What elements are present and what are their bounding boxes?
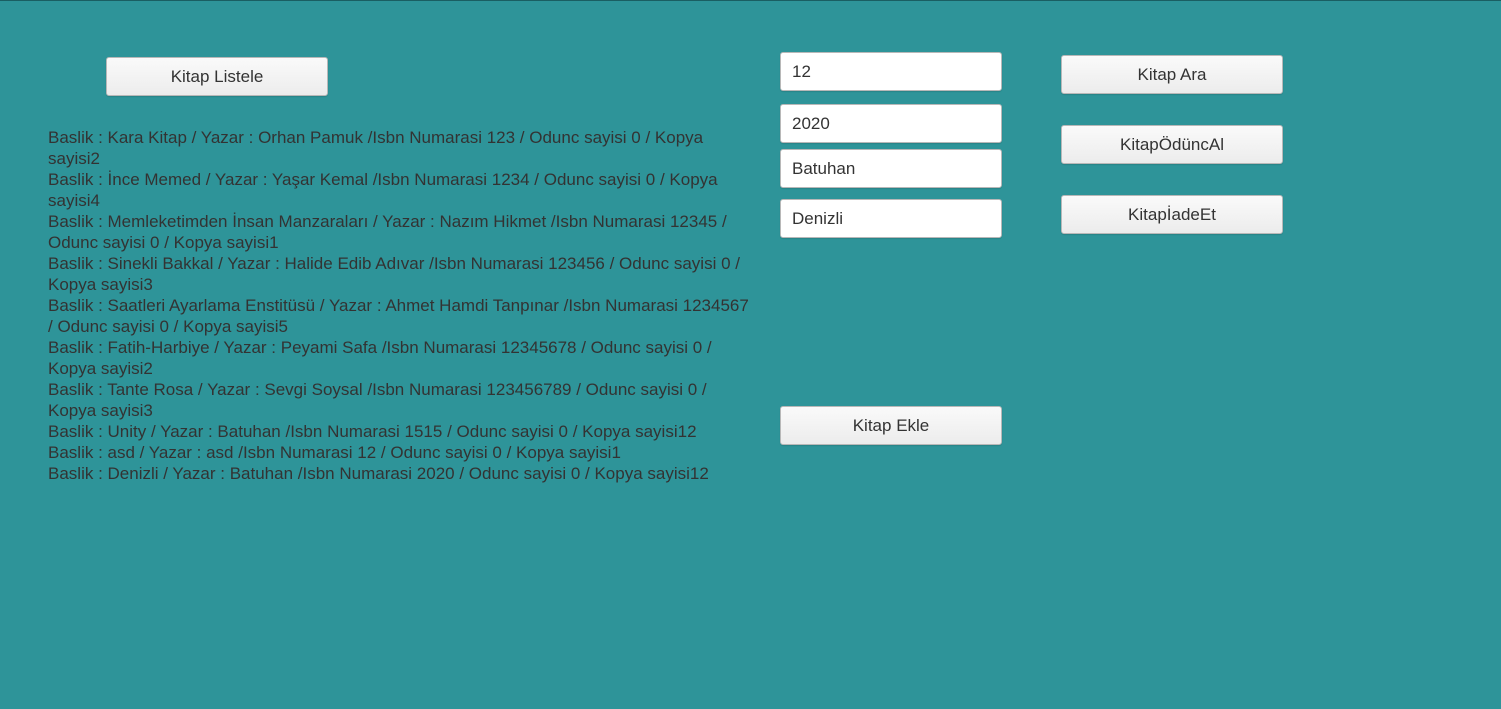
list-item: Baslik : Sinekli Bakkal / Yazar : Halide… xyxy=(48,254,740,294)
list-item: Baslik : Fatih-Harbiye / Yazar : Peyami … xyxy=(48,338,712,378)
list-item: Baslik : Saatleri Ayarlama Enstitüsü / Y… xyxy=(48,296,749,336)
list-item: Baslik : Denizli / Yazar : Batuhan /Isbn… xyxy=(48,464,709,483)
title-field[interactable] xyxy=(780,199,1002,238)
return-book-button[interactable]: KitapİadeEt xyxy=(1061,195,1283,234)
list-books-button[interactable]: Kitap Listele xyxy=(106,57,328,96)
list-item: Baslik : Tante Rosa / Yazar : Sevgi Soys… xyxy=(48,380,707,420)
list-item: Baslik : Memleketimden İnsan Manzaraları… xyxy=(48,212,727,252)
book-list: Baslik : Kara Kitap / Yazar : Orhan Pamu… xyxy=(48,127,758,484)
borrow-book-button[interactable]: KitapÖdüncAl xyxy=(1061,125,1283,164)
list-item: Baslik : İnce Memed / Yazar : Yaşar Kema… xyxy=(48,170,718,210)
list-item: Baslik : asd / Yazar : asd /Isbn Numaras… xyxy=(48,443,621,462)
app-canvas: Kitap Listele Baslik : Kara Kitap / Yaza… xyxy=(0,0,1501,709)
search-book-button[interactable]: Kitap Ara xyxy=(1061,55,1283,94)
year-field[interactable] xyxy=(780,104,1002,143)
list-item: Baslik : Kara Kitap / Yazar : Orhan Pamu… xyxy=(48,128,704,168)
add-book-button[interactable]: Kitap Ekle xyxy=(780,406,1002,445)
author-field[interactable] xyxy=(780,149,1002,188)
isbn-field[interactable] xyxy=(780,52,1002,91)
list-item: Baslik : Unity / Yazar : Batuhan /Isbn N… xyxy=(48,422,697,441)
